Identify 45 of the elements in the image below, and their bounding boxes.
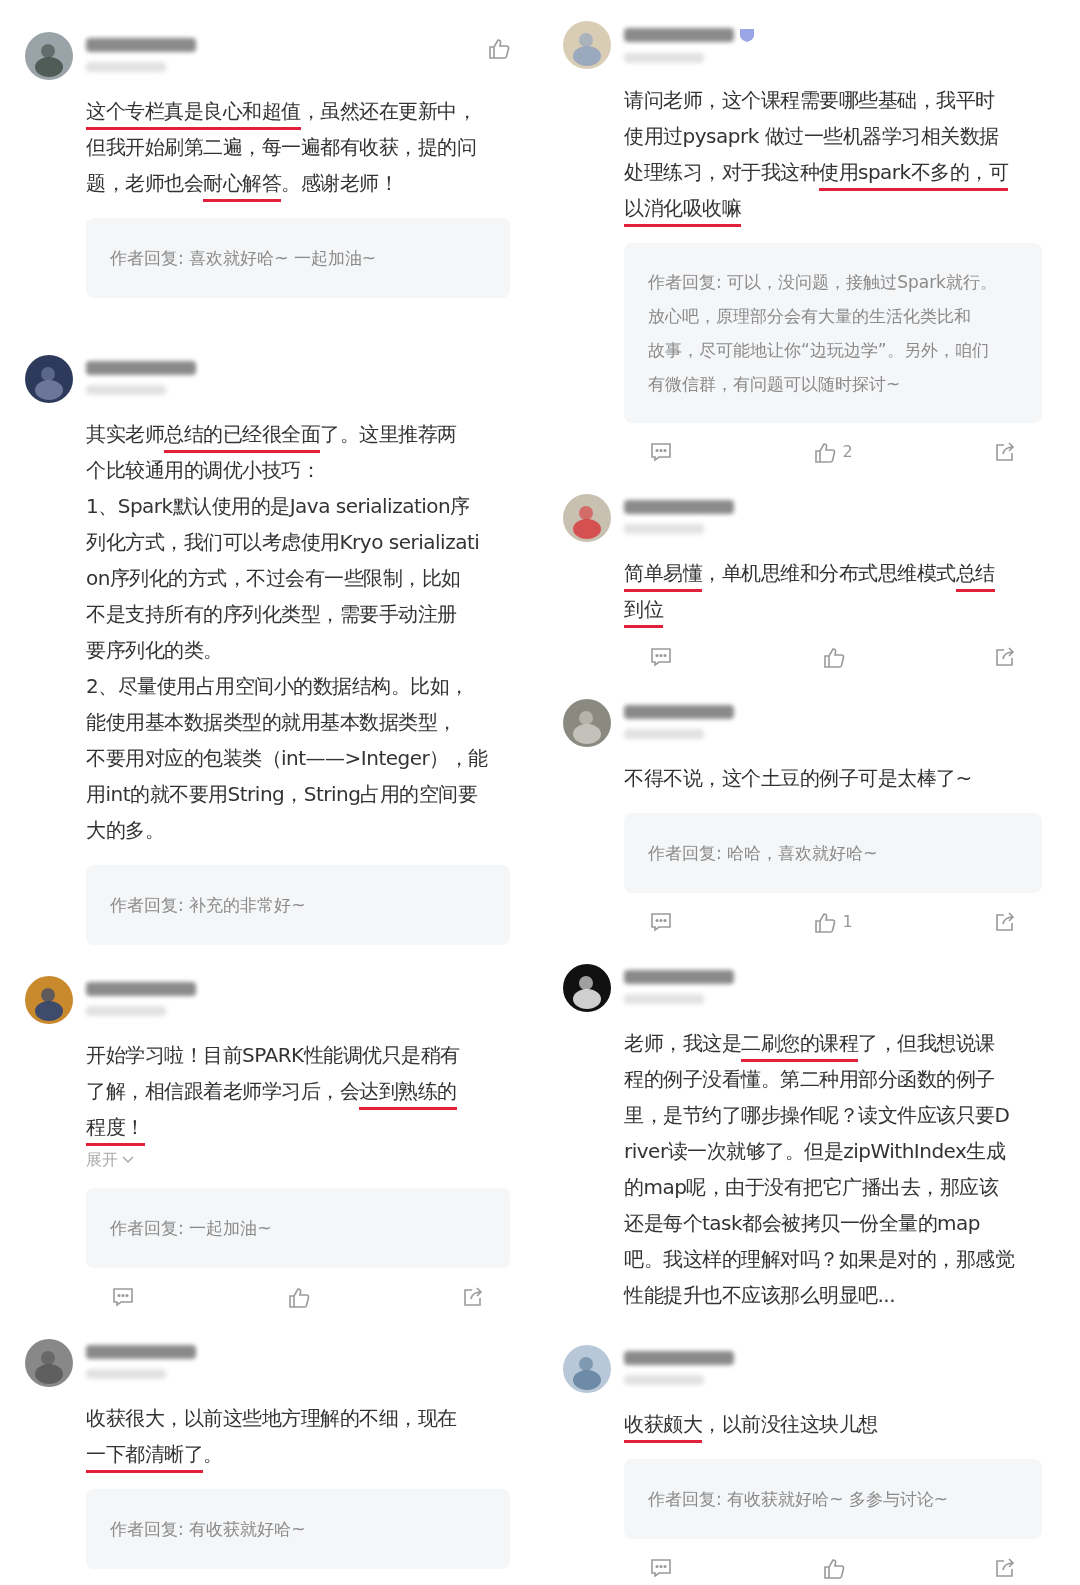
avatar — [562, 493, 612, 543]
comment-text: 其实老师总结的已经很全面了。这里推荐两 个比较通用的调优小技巧： 1、Spark默认使用的是Java serialization序 列化方式，我们可以考虑使用Kryo serializati on序列化的方式，不过会有一些限制，比如 不是支持所有的序列化类型，需要手动注册 要序列化的类。 2、尽量使用占用空间小的数据结构。比如， 能使用基本数据类型的就用基本数据类型， 不要用对应的包装类（int——>Integer），能 用int的就不要用String，String占用的空间要 大的多。 — [86, 417, 510, 849]
thumbs-up-icon[interactable] — [814, 441, 837, 463]
share-icon[interactable] — [995, 442, 1016, 462]
thumbs-up-icon[interactable] — [814, 911, 837, 933]
like-count: 2 — [842, 441, 853, 463]
comment-icon[interactable] — [650, 1558, 672, 1578]
thumbs-up-icon[interactable] — [488, 38, 510, 59]
avatar — [24, 31, 74, 81]
avatar — [562, 1344, 612, 1394]
share-icon[interactable] — [995, 647, 1016, 667]
avatar — [24, 1338, 74, 1388]
comment-icon[interactable] — [112, 1287, 134, 1307]
share-icon[interactable] — [995, 1558, 1016, 1578]
author-reply: 作者回复: 有收获就好哈~ 多参与讨论~ — [624, 1459, 1042, 1539]
thumbs-up-icon[interactable] — [822, 646, 845, 668]
author-reply: 作者回复: 可以，没问题，接触过Spark就行。 放心吧，原理部分会有大量的生活化类比和 故事，尽可能地让你“边玩边学”。另外，咱们 有微信群，有问题可以随时探讨~ — [624, 243, 1042, 423]
comment-text: 收获颇大，以前没往这块儿想 — [624, 1407, 1042, 1443]
author-reply: 作者回复: 喜欢就好哈~ 一起加油~ — [86, 218, 510, 298]
comment-icon[interactable] — [650, 912, 672, 932]
comment-text: 简单易懂，单机思维和分布式思维模式总结 到位 — [624, 556, 1042, 628]
comment-text: 不得不说，这个土豆的例子可是太棒了~ — [624, 765, 973, 792]
comment-icon[interactable] — [650, 442, 672, 462]
author-reply: 作者回复: 补充的非常好~ — [86, 865, 510, 945]
comment-text: 老师，我这是二刷您的课程了，但我想说课 程的例子没看懂。第二种用部分函数的例子 里，是节约了哪步操作呢？读文件应该只要D river读一次就够了。但是zipWithIndex生成 的map呢，由于没有把它广播出去，那应该 还是每个task都会被拷贝一份全量的map 吧。我这样的理解对吗？如果是对的，那感觉 性能提升也不应该那么明显吧... — [624, 1026, 1042, 1314]
chevron-down-icon — [122, 1156, 134, 1164]
comment-text: 这个专栏真是良心和超值，虽然还在更新中， 但我开始刷第二遍，每一遍都有收获，提的问 题，老师也会耐心解答。感谢老师！ — [86, 94, 510, 202]
comment-icon[interactable] — [650, 647, 672, 667]
like-count: 1 — [842, 911, 853, 933]
share-icon[interactable] — [995, 912, 1016, 932]
avatar — [24, 354, 74, 404]
comment-text: 收获很大，以前这些地方理解的不细，现在 一下都清晰了。 — [86, 1401, 510, 1473]
thumbs-up-icon[interactable] — [287, 1286, 310, 1308]
expand-link[interactable]: 展开 — [86, 1148, 134, 1172]
comment-text: 请问老师，这个课程需要哪些基础，我平时 使用过pysaprk 做过一些机器学习相关数据 处理练习，对于我这种使用spark不多的，可 以消化吸收嘛 — [624, 83, 1042, 227]
comment-text: 开始学习啦！目前SPARK性能调优只是稍有 了解，相信跟着老师学习后，会达到熟练的 程度！ — [86, 1038, 510, 1146]
thumbs-up-icon[interactable] — [822, 1557, 845, 1579]
author-reply: 作者回复: 哈哈，喜欢就好哈~ — [624, 813, 1042, 893]
author-reply: 作者回复: 有收获就好哈~ — [86, 1489, 510, 1569]
author-reply: 作者回复: 一起加油~ — [86, 1188, 510, 1268]
avatar — [562, 963, 612, 1013]
avatar — [562, 20, 612, 70]
share-icon[interactable] — [463, 1287, 484, 1307]
avatar — [562, 698, 612, 748]
avatar — [24, 975, 74, 1025]
